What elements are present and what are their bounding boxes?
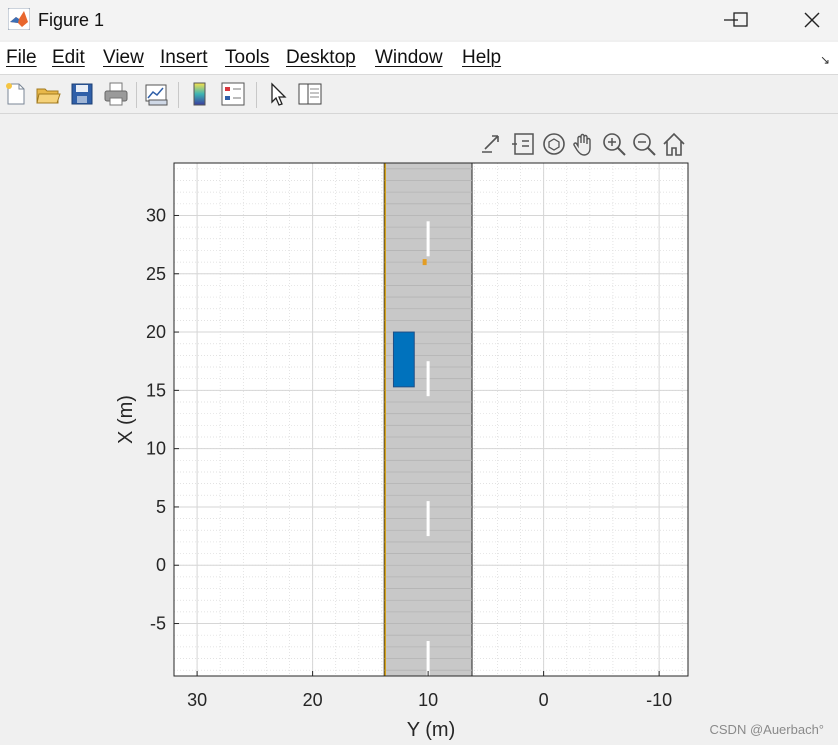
insert-colorbar-icon[interactable] (186, 80, 214, 108)
save-icon[interactable] (68, 80, 96, 108)
home-icon[interactable] (660, 130, 688, 158)
data-tips-icon[interactable] (510, 130, 538, 158)
toolbar-separator (256, 82, 257, 108)
menu-help[interactable]: Help (462, 47, 501, 69)
maximize-button[interactable] (718, 0, 764, 40)
toolbar-separator (178, 82, 179, 108)
property-inspector-icon[interactable] (296, 80, 324, 108)
edit-plot-icon[interactable] (264, 80, 292, 108)
maximize-icon (733, 12, 748, 27)
close-icon (804, 12, 820, 28)
menu-file[interactable]: File (6, 47, 37, 69)
dock-arrow-icon[interactable]: ↘ (820, 53, 830, 67)
figure-canvas (0, 114, 838, 745)
menu-window[interactable]: Window (375, 47, 443, 69)
menu-bar: File Edit View Insert Tools Desktop Wind… (0, 42, 838, 75)
menu-desktop[interactable]: Desktop (286, 47, 356, 69)
zoom-out-icon[interactable] (630, 130, 658, 158)
zoom-in-icon[interactable] (600, 130, 628, 158)
insert-legend-icon[interactable] (219, 80, 247, 108)
toolbar-separator (136, 82, 137, 108)
menu-insert[interactable]: Insert (160, 47, 208, 69)
export-icon[interactable] (478, 130, 506, 158)
figure-toolbar (0, 75, 838, 114)
pan-icon[interactable] (570, 130, 598, 158)
print-icon[interactable] (102, 80, 130, 108)
menu-edit[interactable]: Edit (52, 47, 85, 69)
close-button[interactable] (789, 0, 835, 40)
new-figure-icon[interactable] (2, 80, 30, 108)
open-file-icon[interactable] (34, 80, 62, 108)
window-title: Figure 1 (38, 10, 105, 30)
matlab-logo-icon (8, 8, 30, 30)
window-title-bar[interactable]: Figure 1 (0, 0, 838, 40)
menu-view[interactable]: View (103, 47, 144, 69)
menu-tools[interactable]: Tools (225, 47, 269, 69)
watermark-text: CSDN @Auerbach° (709, 722, 825, 737)
rotate-3d-icon[interactable] (540, 130, 568, 158)
link-plot-icon[interactable] (143, 80, 171, 108)
